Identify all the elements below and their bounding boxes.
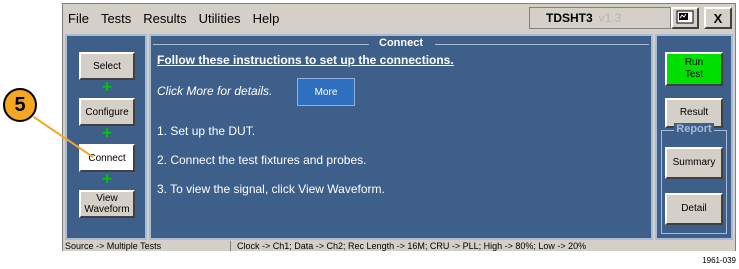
run-test-label-line1: Run	[684, 57, 704, 68]
navigation-panel: Select + Configure + Connect + View Wave…	[65, 34, 147, 240]
product-version: v1.3	[598, 11, 622, 25]
menu-bar: File Tests Results Utilities Help TDSHT3…	[63, 4, 735, 32]
view-waveform-label-line1: View	[96, 193, 118, 204]
flow-arrow-icon: +	[101, 125, 113, 141]
view-waveform-label-line2: Waveform	[84, 204, 130, 215]
tdsht3-window: File Tests Results Utilities Help TDSHT3…	[62, 3, 736, 251]
menu-help[interactable]: Help	[247, 11, 286, 26]
run-test-label-line2: Test	[684, 69, 704, 80]
more-button[interactable]: More	[297, 78, 355, 106]
status-source: Source -> Multiple Tests	[63, 240, 231, 251]
step-3: 3. To view the signal, click View Wavefo…	[157, 182, 385, 196]
detail-button[interactable]: Detail	[665, 193, 723, 225]
app-icon-button[interactable]	[671, 7, 699, 29]
app-icon	[676, 9, 694, 28]
menu-file[interactable]: File	[63, 11, 95, 26]
step-2: 2. Connect the test fixtures and probes.	[157, 153, 367, 167]
menu-results[interactable]: Results	[137, 11, 192, 26]
run-test-button[interactable]: Run Test	[665, 52, 723, 86]
configure-button[interactable]: Configure	[79, 98, 135, 126]
product-name-field: TDSHT3 v1.3	[529, 7, 671, 29]
connect-panel: Connect Follow these instructions to set…	[149, 34, 653, 240]
connect-button[interactable]: Connect	[79, 144, 135, 172]
step-callout: 5	[3, 88, 37, 122]
flow-arrow-icon: +	[101, 171, 113, 187]
details-hint: Click More for details.	[157, 84, 273, 98]
close-icon: X	[713, 10, 723, 26]
status-bar: Source -> Multiple Tests Clock -> Ch1; D…	[63, 240, 735, 251]
action-panel: Run Test Result Report Summary Detail	[655, 34, 733, 240]
flow-arrow-icon: +	[101, 79, 113, 95]
select-button[interactable]: Select	[79, 52, 135, 80]
menu-utilities[interactable]: Utilities	[193, 11, 247, 26]
summary-button[interactable]: Summary	[665, 147, 723, 179]
view-waveform-button[interactable]: View Waveform	[79, 190, 135, 218]
step-1: 1. Set up the DUT.	[157, 124, 256, 138]
product-name: TDSHT3	[546, 11, 593, 25]
close-button[interactable]: X	[704, 7, 732, 29]
menu-tests[interactable]: Tests	[95, 11, 137, 26]
report-group: Report Summary Detail	[661, 123, 727, 234]
report-label: Report	[674, 123, 714, 135]
instructions-heading: Follow these instructions to set up the …	[157, 53, 454, 67]
figure-id: 1961-039	[702, 256, 736, 265]
panel-title: Connect	[379, 37, 423, 49]
status-config: Clock -> Ch1; Data -> Ch2; Rec Length ->…	[237, 240, 587, 251]
